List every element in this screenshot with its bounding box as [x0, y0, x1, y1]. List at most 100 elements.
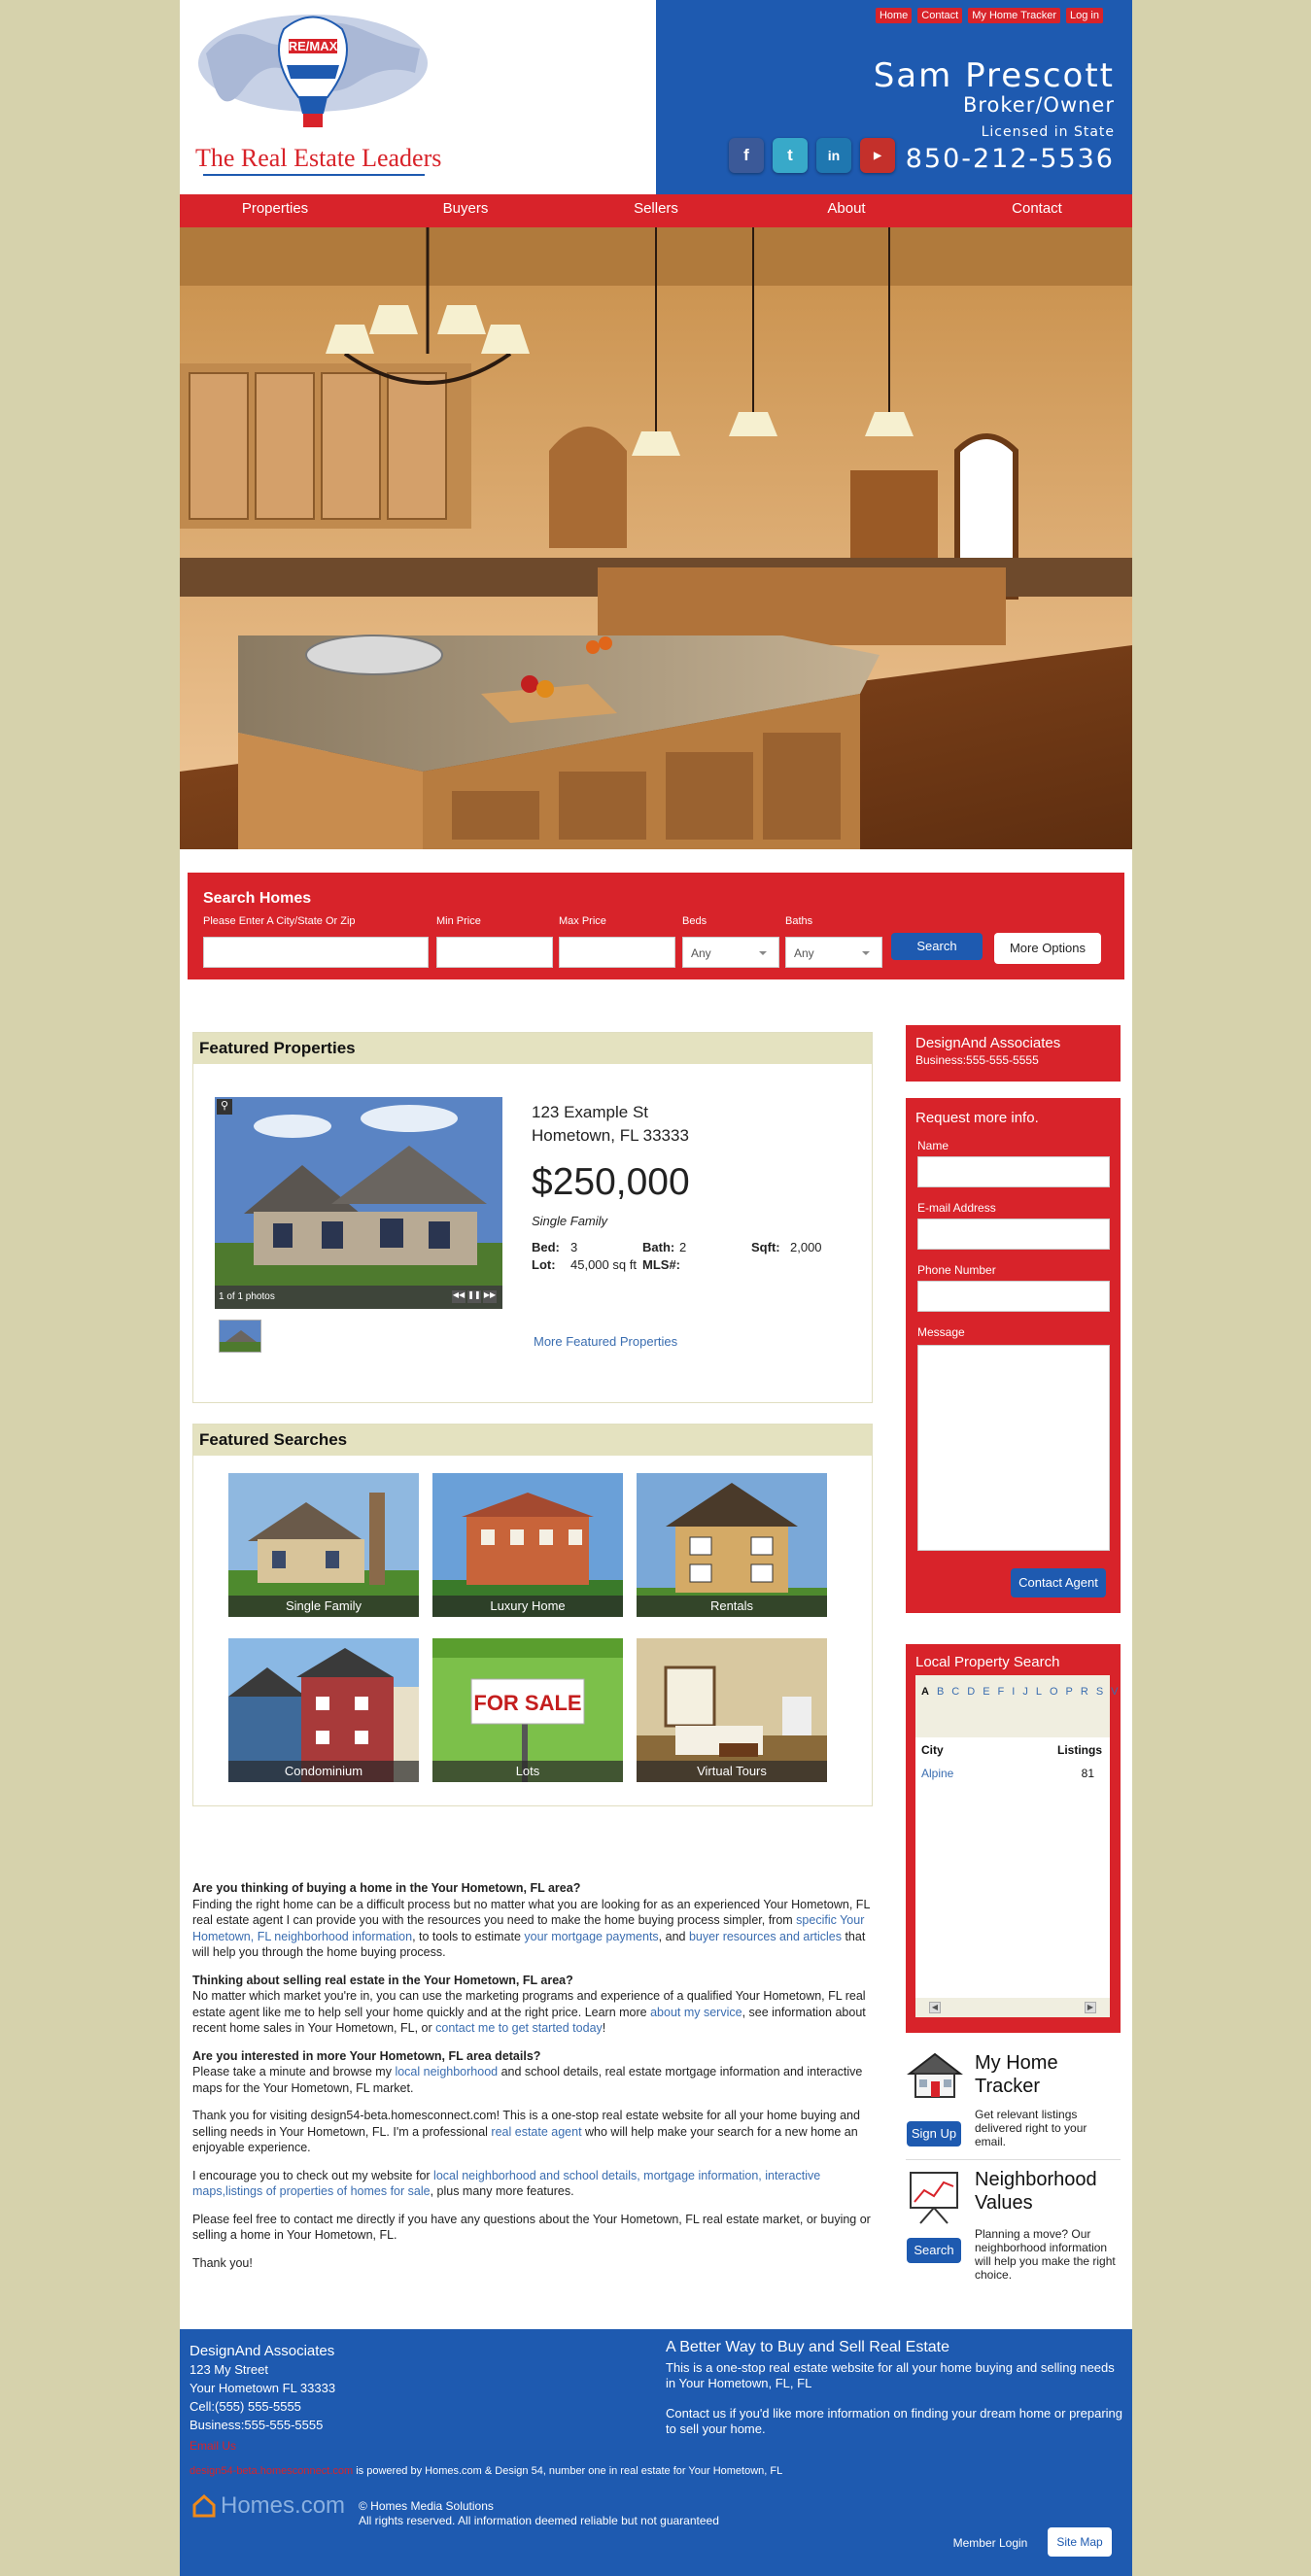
property-thumbnail[interactable]: [219, 1320, 261, 1353]
nav-buyers[interactable]: Buyers: [370, 194, 561, 227]
letter-e[interactable]: E: [983, 1686, 989, 1698]
email-us-link[interactable]: Email Us: [190, 2439, 236, 2453]
more-featured-properties-link[interactable]: More Featured Properties: [534, 1334, 677, 1349]
tile-condominium[interactable]: Condominium: [228, 1638, 419, 1782]
letter-b[interactable]: B: [937, 1686, 944, 1698]
letter-c[interactable]: C: [951, 1686, 959, 1698]
search-button[interactable]: Search: [891, 933, 983, 960]
letter-r[interactable]: R: [1081, 1686, 1088, 1698]
letter-d[interactable]: D: [967, 1686, 975, 1698]
min-price-input[interactable]: [436, 937, 553, 968]
tile-virtual-tours[interactable]: Virtual Tours: [637, 1638, 827, 1782]
property-address-line1[interactable]: 123 Example St: [532, 1103, 648, 1122]
letter-i[interactable]: I: [1012, 1686, 1015, 1698]
nav-contact[interactable]: Contact: [942, 194, 1132, 227]
featured-searches: Featured Searches Single Family Luxury H…: [192, 1424, 873, 1806]
property-photo[interactable]: ⚲ 1 of 1 photos ◀◀ ❚❚ ▶▶: [215, 1097, 502, 1309]
util-login-link[interactable]: Log in: [1066, 8, 1103, 23]
util-contact-link[interactable]: Contact: [917, 8, 963, 23]
article-text: I encourage you to check out my website …: [192, 2168, 434, 2182]
property-address-line2: Hometown, FL 33333: [532, 1126, 689, 1145]
twitter-icon[interactable]: t: [773, 138, 808, 173]
homes-logo-icon: [192, 2493, 216, 2518]
article-text: Please feel free to contact me directly …: [192, 2212, 871, 2243]
company-name: DesignAnd Associates: [915, 1035, 1061, 1051]
letter-a[interactable]: A: [921, 1686, 929, 1698]
business-phone: Business:555-555-5555: [915, 1053, 1039, 1067]
tile-lots[interactable]: FOR SALE Lots: [432, 1638, 623, 1782]
nav-about[interactable]: About: [751, 194, 942, 227]
util-home-link[interactable]: Home: [875, 8, 913, 23]
powered-by-line: design54-beta.homesconnect.com is powere…: [190, 2465, 782, 2477]
letter-s[interactable]: S: [1096, 1686, 1103, 1698]
location-input[interactable]: [203, 937, 429, 968]
member-login-button[interactable]: Member Login: [941, 2529, 1040, 2557]
letter-l[interactable]: L: [1036, 1686, 1042, 1698]
brand-logo[interactable]: RE/MAX The Real Estate Leaders: [180, 0, 656, 194]
beds-select[interactable]: Any: [682, 937, 779, 968]
header: RE/MAX The Real Estate Leaders Home Cont…: [180, 0, 1132, 194]
scroll-left-icon[interactable]: ◀: [929, 2002, 941, 2013]
message-textarea[interactable]: [917, 1345, 1110, 1551]
max-price-input[interactable]: [559, 937, 675, 968]
values-search-button[interactable]: Search: [907, 2238, 961, 2263]
main-nav: Properties Buyers Sellers About Contact: [180, 194, 1132, 227]
agent-panel: Home Contact My Home Tracker Log in Sam …: [656, 0, 1132, 194]
tile-rentals[interactable]: Rentals: [637, 1473, 827, 1617]
article-text: , to tools to estimate: [412, 1929, 525, 1943]
util-home-tracker-link[interactable]: My Home Tracker: [968, 8, 1061, 23]
prev-photo-icon[interactable]: ◀◀: [452, 1290, 466, 1303]
tile-luxury-home[interactable]: Luxury Home: [432, 1473, 623, 1617]
scroll-right-icon[interactable]: ▶: [1085, 2002, 1096, 2013]
nav-properties[interactable]: Properties: [180, 194, 370, 227]
featured-properties: Featured Properties ⚲ 1 of 1 photos ◀◀ ❚…: [192, 1032, 873, 1403]
agent-license: Licensed in State: [981, 124, 1115, 140]
signup-button[interactable]: Sign Up: [907, 2121, 961, 2147]
facebook-icon[interactable]: f: [729, 138, 764, 173]
lot-label: Lot:: [532, 1257, 556, 1272]
phone-input[interactable]: [917, 1281, 1110, 1312]
footer-cell: Cell:(555) 555-5555: [190, 2399, 301, 2414]
pause-icon[interactable]: ❚❚: [467, 1290, 481, 1303]
tile-single-family[interactable]: Single Family: [228, 1473, 419, 1617]
beds-label: Beds: [682, 915, 707, 927]
phone-label: Phone Number: [917, 1263, 996, 1277]
letter-p[interactable]: P: [1066, 1686, 1073, 1698]
letter-v[interactable]: V: [1111, 1686, 1118, 1698]
about-my-service-link[interactable]: about my service: [650, 2006, 742, 2019]
mortgage-payments-link[interactable]: your mortgage payments: [524, 1930, 658, 1943]
contact-agent-button[interactable]: Contact Agent: [1011, 1568, 1106, 1597]
real-estate-agent-link[interactable]: real estate agent: [491, 2125, 581, 2139]
letter-j[interactable]: J: [1022, 1686, 1028, 1698]
youtube-icon[interactable]: ▶: [860, 138, 895, 173]
linkedin-icon[interactable]: in: [816, 138, 851, 173]
letter-f[interactable]: F: [998, 1686, 1005, 1698]
max-price-label: Max Price: [559, 915, 606, 927]
footer: DesignAnd Associates 123 My Street Your …: [180, 2329, 1132, 2576]
buyer-resources-link[interactable]: buyer resources and articles: [689, 1930, 842, 1943]
name-label: Name: [917, 1139, 949, 1152]
site-map-button[interactable]: Site Map: [1048, 2527, 1112, 2557]
home-search-panel: Search Homes Please Enter A City/State O…: [188, 873, 1124, 979]
about-article: Are you thinking of buying a home in the…: [192, 1880, 873, 2283]
next-photo-icon[interactable]: ▶▶: [483, 1290, 497, 1303]
name-input[interactable]: [917, 1156, 1110, 1187]
zoom-icon[interactable]: ⚲: [217, 1099, 232, 1115]
email-input[interactable]: [917, 1219, 1110, 1250]
tracker-text: Get relevant listings delivered right to…: [975, 2108, 1087, 2148]
page: RE/MAX The Real Estate Leaders Home Cont…: [180, 0, 1132, 2576]
site-url-link[interactable]: design54-beta.homesconnect.com: [190, 2465, 353, 2477]
homes-com-logo[interactable]: Homes.com: [191, 2492, 345, 2520]
baths-select[interactable]: Any: [785, 937, 882, 968]
letter-o[interactable]: O: [1050, 1686, 1058, 1698]
city-link-alpine[interactable]: Alpine: [921, 1767, 953, 1780]
more-options-button[interactable]: More Options: [994, 933, 1101, 964]
local-neighborhood-link[interactable]: local neighborhood: [395, 2065, 498, 2078]
nav-sellers[interactable]: Sellers: [561, 194, 751, 227]
rights-text: All rights reserved. All information dee…: [359, 2514, 719, 2527]
for-sale-sign-text: FOR SALE: [473, 1691, 581, 1715]
values-title-line1: Neighborhood: [975, 2169, 1097, 2190]
photo-controls: 1 of 1 photos ◀◀ ❚❚ ▶▶: [215, 1286, 502, 1309]
copyright: © Homes Media Solutions: [359, 2499, 494, 2513]
contact-me-link[interactable]: contact me to get started today: [435, 2021, 603, 2035]
